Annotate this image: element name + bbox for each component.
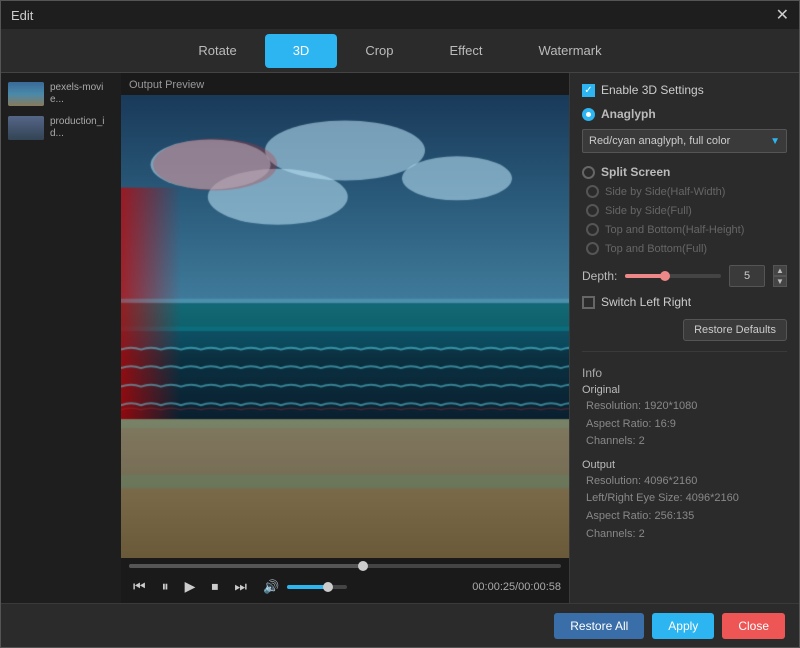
edit-window: Edit ✕ Rotate 3D Crop Effect Watermark p… <box>0 0 800 648</box>
switch-left-right-label: Switch Left Right <box>601 295 691 309</box>
sidebar-item-1[interactable]: production_id... <box>5 113 117 143</box>
enable-3d-checkbox[interactable] <box>582 84 595 97</box>
original-line-1: Aspect Ratio: 16:9 <box>582 416 787 434</box>
info-title: Info <box>582 366 787 380</box>
sidebar-item-label-0: pexels-movie... <box>50 82 114 106</box>
thumbnail-1 <box>8 116 44 140</box>
depth-input-value[interactable]: 5 <box>729 265 765 287</box>
sub-option-0-label: Side by Side(Half-Width) <box>605 186 725 198</box>
output-line-3: Channels: 2 <box>582 526 787 544</box>
tab-3d[interactable]: 3D <box>265 34 338 68</box>
bottom-bar: Restore All Apply Close <box>1 603 799 647</box>
enable-3d-label: Enable 3D Settings <box>601 83 704 97</box>
split-screen-row: Split Screen <box>582 165 787 179</box>
anaglyph-dropdown[interactable]: Red/cyan anaglyph, full color ▼ <box>582 129 787 153</box>
original-line-0: Resolution: 1920*1080 <box>582 398 787 416</box>
volume-slider[interactable] <box>287 585 347 589</box>
enable-3d-row[interactable]: Enable 3D Settings <box>582 83 787 97</box>
info-section: Info Original Resolution: 1920*1080 Aspe… <box>582 366 787 551</box>
tab-bar: Rotate 3D Crop Effect Watermark <box>1 29 799 73</box>
video-area: Output Preview ⏮ ⏸ ▶ ⏹ ⏭ 🔊 <box>121 73 569 603</box>
sub-option-0-radio[interactable] <box>586 185 599 198</box>
tab-rotate[interactable]: Rotate <box>170 34 264 68</box>
depth-up-button[interactable]: ▲ <box>773 265 787 276</box>
sub-option-3-radio[interactable] <box>586 242 599 255</box>
original-label: Original <box>582 384 787 396</box>
sub-option-2-radio[interactable] <box>586 223 599 236</box>
controls-row: ⏮ ⏸ ▶ ⏹ ⏭ 🔊 00:00:25/00:00:58 <box>129 576 561 597</box>
output-line-2: Aspect Ratio: 256:135 <box>582 508 787 526</box>
switch-left-right-row: Switch Left Right <box>582 295 787 309</box>
depth-spinners: ▲ ▼ <box>773 265 787 287</box>
play-forward-button[interactable]: ▶ <box>181 576 200 597</box>
output-label: Output <box>582 459 787 471</box>
depth-down-button[interactable]: ▼ <box>773 276 787 287</box>
sidebar-item-label-1: production_id... <box>50 116 114 140</box>
output-group: Output Resolution: 4096*2160 Left/Right … <box>582 459 787 543</box>
title-bar: Edit ✕ <box>1 1 799 29</box>
restore-all-button[interactable]: Restore All <box>554 613 644 639</box>
anaglyph-label: Anaglyph <box>601 107 656 121</box>
right-panel: Enable 3D Settings Anaglyph Red/cyan ana… <box>569 73 799 603</box>
sub-option-1-label: Side by Side(Full) <box>605 205 692 217</box>
sub-option-2-label: Top and Bottom(Half-Height) <box>605 224 744 236</box>
sub-option-0: Side by Side(Half-Width) <box>582 185 787 198</box>
sub-option-1-radio[interactable] <box>586 204 599 217</box>
sub-option-2: Top and Bottom(Half-Height) <box>582 223 787 236</box>
volume-thumb[interactable] <box>323 582 333 592</box>
depth-thumb[interactable] <box>660 271 670 281</box>
anaglyph-row: Anaglyph <box>582 107 787 121</box>
sub-option-1: Side by Side(Full) <box>582 204 787 217</box>
window-title: Edit <box>11 8 33 23</box>
split-screen-label: Split Screen <box>601 165 670 179</box>
volume-fill <box>287 585 326 589</box>
original-line-2: Channels: 2 <box>582 433 787 451</box>
timeline-progress <box>129 564 367 568</box>
tab-effect[interactable]: Effect <box>422 34 511 68</box>
sub-option-3-label: Top and Bottom(Full) <box>605 243 707 255</box>
divider-1 <box>582 351 787 352</box>
output-line-1: Left/Right Eye Size: 4096*2160 <box>582 490 787 508</box>
switch-left-right-checkbox[interactable] <box>582 296 595 309</box>
split-screen-radio[interactable] <box>582 166 595 179</box>
depth-row: Depth: 5 ▲ ▼ <box>582 265 787 287</box>
skip-forward-button[interactable]: ⏭ <box>230 576 251 597</box>
restore-defaults-button[interactable]: Restore Defaults <box>683 319 787 341</box>
volume-icon: 🔊 <box>263 579 279 595</box>
play-pause-button[interactable]: ⏸ <box>158 576 173 597</box>
sidebar-item-0[interactable]: pexels-movie... <box>5 79 117 109</box>
tab-crop[interactable]: Crop <box>337 34 421 68</box>
video-controls: ⏮ ⏸ ▶ ⏹ ⏭ 🔊 00:00:25/00:00:58 <box>121 558 569 603</box>
timeline-bar[interactable] <box>129 564 561 568</box>
sub-option-3: Top and Bottom(Full) <box>582 242 787 255</box>
thumbnail-0 <box>8 82 44 106</box>
stop-button[interactable]: ⏹ <box>207 576 222 597</box>
dropdown-arrow-icon: ▼ <box>770 136 780 147</box>
dropdown-row: Red/cyan anaglyph, full color ▼ <box>582 129 787 153</box>
sidebar: pexels-movie... production_id... <box>1 73 121 603</box>
depth-fill <box>625 274 663 278</box>
video-frame <box>121 95 569 558</box>
tab-watermark[interactable]: Watermark <box>511 34 630 68</box>
time-display: 00:00:25/00:00:58 <box>472 581 561 593</box>
window-close-button[interactable]: ✕ <box>776 5 789 25</box>
depth-slider[interactable] <box>625 274 721 278</box>
close-button[interactable]: Close <box>722 613 785 639</box>
video-canvas <box>121 95 569 558</box>
depth-label: Depth: <box>582 269 617 283</box>
original-group: Original Resolution: 1920*1080 Aspect Ra… <box>582 384 787 451</box>
preview-label: Output Preview <box>121 73 569 95</box>
skip-back-button[interactable]: ⏮ <box>129 576 150 597</box>
anaglyph-radio[interactable] <box>582 108 595 121</box>
main-content: pexels-movie... production_id... Output … <box>1 73 799 603</box>
dropdown-value: Red/cyan anaglyph, full color <box>589 135 730 147</box>
output-line-0: Resolution: 4096*2160 <box>582 473 787 491</box>
timeline-thumb[interactable] <box>358 561 368 571</box>
apply-button[interactable]: Apply <box>652 613 714 639</box>
